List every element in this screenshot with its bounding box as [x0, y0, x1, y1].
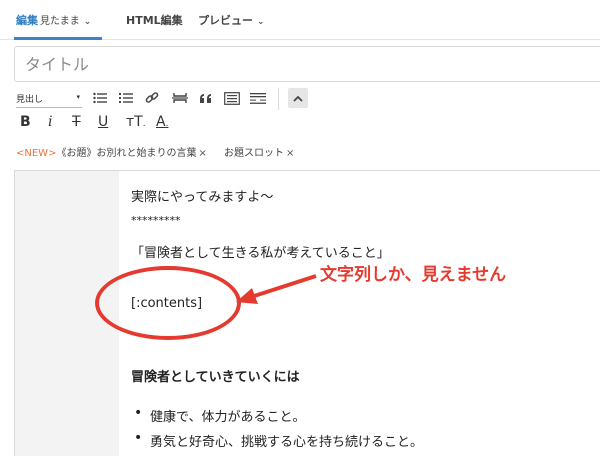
slot-tag[interactable]: お題スロット	[224, 148, 284, 159]
annotation-circle	[95, 266, 241, 340]
list-item: 健康で、体力があること。	[134, 405, 306, 425]
dropdown-dot-icon: .	[165, 119, 169, 129]
collapse-toolbar-icon[interactable]	[288, 88, 308, 108]
bulleted-list-icon[interactable]	[90, 88, 110, 108]
annotation-arrow-icon	[236, 274, 317, 304]
tab-preview[interactable]: プレビュー ⌄	[198, 12, 265, 28]
numbered-list-icon[interactable]	[116, 88, 136, 108]
editor-mode-tabs: 編集 見たまま ⌄ HTML編集 プレビュー ⌄	[0, 0, 600, 40]
text-size-label: тT	[126, 114, 143, 130]
topic-tag[interactable]: 《お題》お別れと始まりの言葉	[56, 148, 196, 159]
remove-topic-tag-button[interactable]: ×	[198, 148, 206, 159]
tab-edit-label: 編集	[16, 14, 38, 27]
table-of-contents-icon[interactable]	[222, 88, 242, 108]
body-line-intro: 実際にやってみますよ～	[131, 190, 274, 205]
annotation-text: 文字列しか、見えません	[320, 265, 507, 285]
body-quote-line: 「冒険者として生きる私が考えていること」	[131, 246, 390, 261]
new-badge: <NEW>	[16, 148, 57, 159]
chevron-down-icon: ▾	[76, 93, 80, 101]
text-size-button[interactable]: тT.	[126, 114, 146, 130]
tab-html-edit[interactable]: HTML編集	[126, 12, 183, 28]
text-color-button[interactable]: A.	[156, 114, 168, 130]
tab-preview-label: プレビュー	[198, 14, 253, 27]
tab-edit-mode: 見たまま	[40, 16, 80, 27]
chevron-down-icon[interactable]: ⌄	[84, 17, 92, 27]
dropdown-dot-icon: .	[142, 119, 146, 129]
topic-tag-bar: <NEW>《お題》お別れと始まりの言葉 × お題スロット ×	[16, 144, 294, 159]
list-item: 勇気と好奇心、挑戦する心を持ち続けること。	[134, 430, 423, 450]
text-color-label: A	[156, 114, 166, 130]
link-icon[interactable]	[142, 88, 162, 108]
heading-select[interactable]: 見出し ▾	[16, 92, 82, 108]
strikethrough-button[interactable]: T	[72, 114, 81, 130]
read-more-icon[interactable]	[248, 88, 268, 108]
underline-button[interactable]: U	[98, 114, 108, 130]
chevron-down-icon[interactable]: ⌄	[257, 17, 265, 27]
toolbar-divider	[278, 88, 279, 110]
bold-button[interactable]: B	[20, 114, 31, 130]
italic-button[interactable]: i	[48, 114, 52, 130]
quote-icon[interactable]	[196, 88, 216, 108]
body-separator: *********	[131, 214, 181, 227]
heading-select-value: 見出し	[16, 95, 44, 105]
body-heading: 冒険者としていきていくには	[131, 370, 300, 385]
tab-edit[interactable]: 編集 見たまま ⌄	[16, 12, 91, 28]
title-input[interactable]	[14, 46, 600, 82]
page-break-icon[interactable]	[170, 88, 190, 108]
active-tab-indicator	[14, 37, 102, 40]
remove-slot-tag-button[interactable]: ×	[286, 148, 294, 159]
